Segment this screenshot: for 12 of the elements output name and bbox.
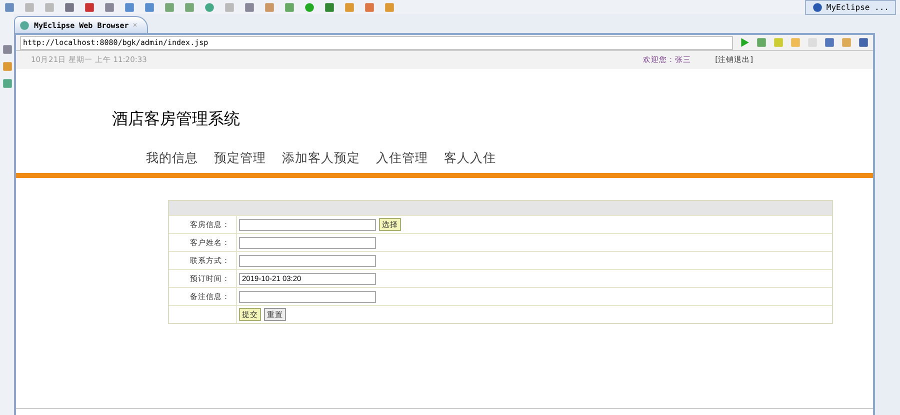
nav-link[interactable]: 预定管理: [214, 150, 266, 167]
perspective-button[interactable]: MyEclipse ...: [805, 0, 896, 14]
nav-link[interactable]: 我的信息: [146, 150, 198, 167]
nav-link[interactable]: 入住管理: [376, 150, 428, 167]
nav-link[interactable]: 添加客人预定: [282, 150, 360, 167]
input-field[interactable]: [239, 236, 376, 248]
input-field[interactable]: [239, 254, 376, 266]
site-title: 酒店客房管理系统: [112, 109, 240, 130]
nav-link[interactable]: 客人入住: [444, 150, 496, 167]
input-field[interactable]: [239, 218, 376, 230]
go-icon[interactable]: [739, 37, 750, 48]
input-field[interactable]: [239, 290, 376, 302]
